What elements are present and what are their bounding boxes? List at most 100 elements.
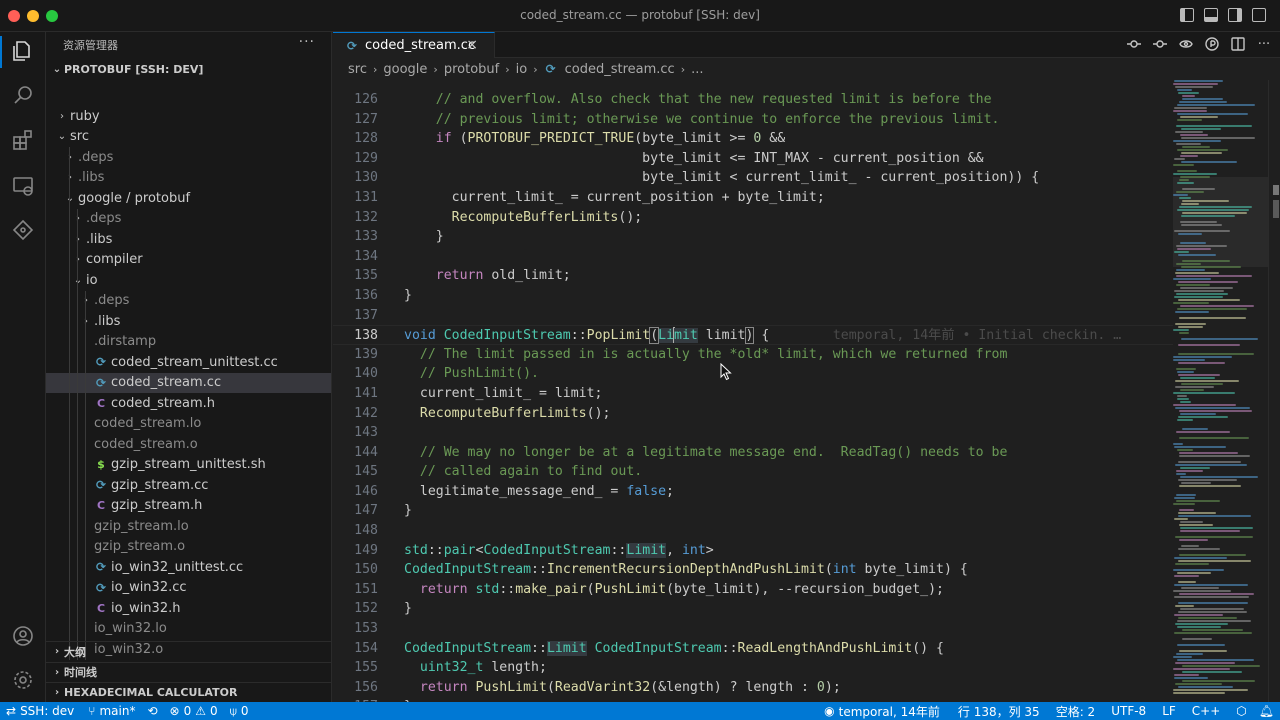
scrollbar-thumb[interactable] xyxy=(1273,185,1279,195)
code-line[interactable]: 137 xyxy=(333,306,1173,326)
code-line[interactable]: 135 return old_limit; xyxy=(333,266,1173,286)
code-line[interactable]: 127 // previous limit; otherwise we cont… xyxy=(333,110,1173,130)
code-line[interactable]: 155 uint32_t length; xyxy=(333,658,1173,678)
code-line[interactable]: 146 legitimate_message_end_ = false; xyxy=(333,482,1173,502)
code-line[interactable]: 134 xyxy=(333,247,1173,267)
settings-gear-icon[interactable] xyxy=(8,665,38,695)
code-line[interactable]: 143 xyxy=(333,423,1173,443)
tree-folder[interactable]: ⌄io xyxy=(46,270,331,291)
toggle-panel-icon[interactable] xyxy=(1204,8,1218,22)
code-line[interactable]: 144 // We may no longer be at a legitima… xyxy=(333,443,1173,463)
code-line[interactable]: 154 CodedInputStream::Limit CodedInputStr… xyxy=(333,639,1173,659)
code-line[interactable]: 132 RecomputeBufferLimits(); xyxy=(333,208,1173,228)
timeline-section-header[interactable]: › 时间线 xyxy=(46,663,331,683)
encoding[interactable]: UTF-8 xyxy=(1101,702,1152,720)
cursor-position[interactable]: 行 138，列 35 xyxy=(946,702,1046,720)
tree-folder[interactable]: › .libs xyxy=(46,311,331,332)
tree-file[interactable]: ⟳ coded_stream_unittest.cc xyxy=(46,352,331,373)
workspace-root-header[interactable]: ⌄ PROTOBUF [SSH: DEV] xyxy=(46,58,331,80)
breadcrumb-item[interactable]: src xyxy=(348,62,367,77)
tree-file[interactable]: coded_stream.lo xyxy=(46,413,331,434)
tree-file[interactable]: ⟳ io_win32.cc xyxy=(46,577,331,598)
open-changes-icon[interactable] xyxy=(1204,36,1220,52)
tree-file[interactable]: ⟳ coded_stream.cc xyxy=(46,372,331,393)
code-line[interactable]: 148 xyxy=(333,521,1173,541)
search-icon[interactable] xyxy=(8,80,38,110)
tree-file[interactable]: $ gzip_stream_unittest.sh xyxy=(46,454,331,475)
indentation[interactable]: 空格: 2 xyxy=(1046,702,1102,720)
tree-folder[interactable]: ⌄ src xyxy=(46,127,331,148)
code-line[interactable]: 145 // called again to find out. xyxy=(333,462,1173,482)
tree-file[interactable]: Ccoded_stream.h xyxy=(46,393,331,414)
end-of-line[interactable]: LF xyxy=(1152,702,1182,720)
toggle-secondary-sidebar-icon[interactable] xyxy=(1228,8,1242,22)
vertical-scrollbar[interactable] xyxy=(1268,80,1280,702)
notifications-icon[interactable]: 🔔︎ xyxy=(1253,702,1280,720)
extensions-icon[interactable] xyxy=(8,125,38,155)
code-line[interactable]: 156 return PushLimit(ReadVarint32(&lengt… xyxy=(333,678,1173,698)
breadcrumb-item[interactable]: google xyxy=(383,62,427,77)
problems-indicator[interactable]: ⊗ 0 ⚠ 0 xyxy=(164,702,224,720)
tree-file[interactable]: Cgzip_stream.h xyxy=(46,495,331,516)
tree-file[interactable]: gzip_stream.o xyxy=(46,536,331,557)
tree-folder[interactable]: › .deps xyxy=(46,147,331,168)
code-line[interactable]: 138 void CodedInputStream::PopLimit(Limit… xyxy=(333,325,1173,345)
breadcrumb-item[interactable]: coded_stream.cc xyxy=(565,62,675,77)
tree-file[interactable]: gzip_stream.lo xyxy=(46,516,331,537)
more-actions-icon[interactable]: ··· xyxy=(299,34,315,50)
source-control-icon[interactable] xyxy=(8,215,38,245)
language-mode[interactable]: C++ xyxy=(1182,702,1227,720)
code-line[interactable]: 139 // The limit passed in is actually t… xyxy=(333,345,1173,365)
branch-indicator[interactable]: ⑂ main* xyxy=(82,702,141,720)
breadcrumb-item[interactable]: protobuf xyxy=(444,62,499,77)
breadcrumb-item[interactable]: io xyxy=(516,62,528,77)
ports-indicator[interactable]: ⍦ 0 xyxy=(224,702,255,720)
previous-change-icon[interactable] xyxy=(1152,36,1168,52)
code-line[interactable]: 131 current_limit_ = current_position + … xyxy=(333,188,1173,208)
code-line[interactable]: 152} xyxy=(333,599,1173,619)
tree-folder[interactable]: ⌄google / protobuf xyxy=(46,188,331,209)
split-editor-icon[interactable] xyxy=(1230,36,1246,52)
remote-indicator[interactable]: ⇄ SSH: dev xyxy=(0,702,83,720)
tree-folder[interactable]: › .deps xyxy=(46,290,331,311)
code-line[interactable]: 147} xyxy=(333,501,1173,521)
customize-layout-icon[interactable] xyxy=(1252,8,1266,22)
more-actions-icon[interactable]: ··· xyxy=(1256,36,1272,52)
code-line[interactable]: 142 RecomputeBufferLimits(); xyxy=(333,404,1173,424)
code-line[interactable]: 128 if (PROTOBUF_PREDICT_TRUE(byte_limit… xyxy=(333,129,1173,149)
code-line[interactable]: 136} xyxy=(333,286,1173,306)
timeline-icon[interactable] xyxy=(1126,36,1142,52)
code-line[interactable]: 149 std::pair<CodedInputStream::Limit, in… xyxy=(333,541,1173,561)
sync-button[interactable]: ⟲ xyxy=(141,702,163,720)
tree-folder[interactable]: › compiler xyxy=(46,249,331,270)
tree-folder[interactable]: › ruby xyxy=(46,106,331,127)
tree-file[interactable]: ⟳ gzip_stream.cc xyxy=(46,475,331,496)
close-icon[interactable]: × xyxy=(466,37,478,53)
tab-coded-stream-cc[interactable]: ⟳ coded_stream.cc × xyxy=(333,32,495,58)
code-line[interactable]: 130 byte_limit < current_limit_ - curren… xyxy=(333,168,1173,188)
tree-file[interactable]: .dirstamp xyxy=(46,331,331,352)
code-line[interactable]: 151 return std::make_pair(PushLimit(byte… xyxy=(333,580,1173,600)
copilot-icon[interactable]: ⬡ xyxy=(1226,702,1252,720)
code-line[interactable]: 140 // PushLimit(). xyxy=(333,364,1173,384)
code-line[interactable]: 133 } xyxy=(333,227,1173,247)
outline-section-header[interactable]: › 大纲 xyxy=(46,642,331,663)
code-line[interactable]: 129 byte_limit <= INT_MAX - current_posi… xyxy=(333,149,1173,169)
tree-file[interactable]: ⟳ io_win32_unittest.cc xyxy=(46,557,331,578)
tree-file[interactable]: Cio_win32.h xyxy=(46,598,331,619)
minimap[interactable] xyxy=(1173,80,1268,700)
explorer-icon[interactable] xyxy=(8,36,38,66)
tree-folder[interactable]: › .libs xyxy=(46,229,331,250)
code-view[interactable]: 126 // and overflow. Also check that the… xyxy=(333,90,1173,702)
account-icon[interactable] xyxy=(8,621,38,651)
tree-file[interactable]: io_win32.lo xyxy=(46,618,331,639)
hex-calculator-section-header[interactable]: › HEXADECIMAL CALCULATOR xyxy=(46,683,331,702)
remote-explorer-icon[interactable] xyxy=(8,171,38,201)
code-line[interactable]: 150 CodedInputStream::IncrementRecursionD… xyxy=(333,560,1173,580)
code-line[interactable]: 153 xyxy=(333,619,1173,639)
breadcrumb-item[interactable]: ... xyxy=(691,62,703,77)
code-line[interactable]: 126 // and overflow. Also check that the… xyxy=(333,90,1173,110)
tree-folder[interactable]: › .libs xyxy=(46,167,331,188)
blame-indicator[interactable]: ◉ temporal, 14年前 xyxy=(818,702,946,720)
code-line[interactable]: 141 current_limit_ = limit; xyxy=(333,384,1173,404)
